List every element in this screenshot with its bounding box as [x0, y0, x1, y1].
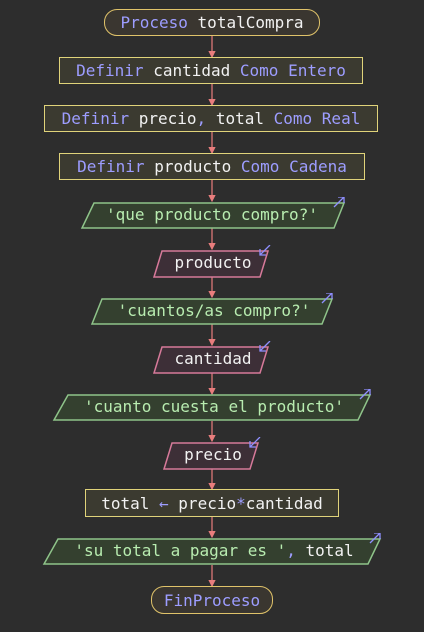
start-terminal: Proceso totalCompra — [104, 9, 320, 36]
define-producto-box: Definir producto Como Cadena — [59, 153, 365, 180]
output-variable: total — [305, 540, 354, 560]
assign-arrow-icon: ← — [159, 493, 169, 513]
input-variable: precio — [184, 444, 242, 464]
end-terminal: FinProceso — [151, 586, 273, 614]
output-text: 'cuanto cuesta el producto' — [83, 396, 345, 416]
input-parallelogram: producto — [152, 245, 274, 279]
como-keyword: Como — [240, 157, 280, 176]
como-keyword: Como — [273, 109, 313, 128]
separator: , — [196, 109, 207, 128]
define-keyword: Definir — [77, 157, 145, 176]
process-name: totalCompra — [197, 13, 304, 32]
output-string: 'su total a pagar es ' — [74, 540, 287, 560]
end-keyword: FinProceso — [163, 590, 261, 610]
assign-target: total — [101, 493, 150, 513]
type-name: Cadena — [289, 157, 347, 176]
define-var: precio — [138, 109, 197, 128]
output-text: 'que producto compro?' — [106, 204, 318, 224]
output-parallelogram: 'cuanto cuesta el producto' — [52, 389, 376, 423]
output-text: 'cuantos/as compro?' — [117, 300, 311, 320]
assign-left-operand: precio — [178, 493, 237, 513]
output-parallelogram: 'que producto compro?' — [80, 197, 348, 231]
define-vars: cantidad — [153, 61, 231, 80]
multiply-operator: * — [236, 493, 246, 513]
process-keyword: Proceso — [120, 13, 188, 32]
define-keyword: Definir — [61, 109, 130, 128]
assignment-box: total ← precio * cantidad — [85, 489, 339, 517]
como-keyword: Como — [239, 61, 279, 80]
type-name: Real — [321, 109, 361, 128]
define-var: total — [215, 109, 264, 128]
output-parallelogram: 'su total a pagar es ', total — [42, 533, 386, 567]
define-cantidad-box: Definir cantidad Como Entero — [59, 57, 363, 84]
input-variable: producto — [174, 252, 252, 272]
input-parallelogram: precio — [162, 437, 264, 471]
output-parallelogram: 'cuantos/as compro?' — [90, 293, 338, 327]
assign-right-operand: cantidad — [245, 493, 323, 513]
define-vars: producto — [154, 157, 232, 176]
input-parallelogram: cantidad — [152, 341, 274, 375]
define-precio-total-box: Definir precio, total Como Real — [44, 105, 378, 132]
separator: , — [286, 540, 296, 560]
output-expression: 'su total a pagar es ', total — [42, 533, 386, 567]
type-name: Entero — [288, 61, 346, 80]
input-variable: cantidad — [174, 348, 252, 368]
define-keyword: Definir — [76, 61, 144, 80]
